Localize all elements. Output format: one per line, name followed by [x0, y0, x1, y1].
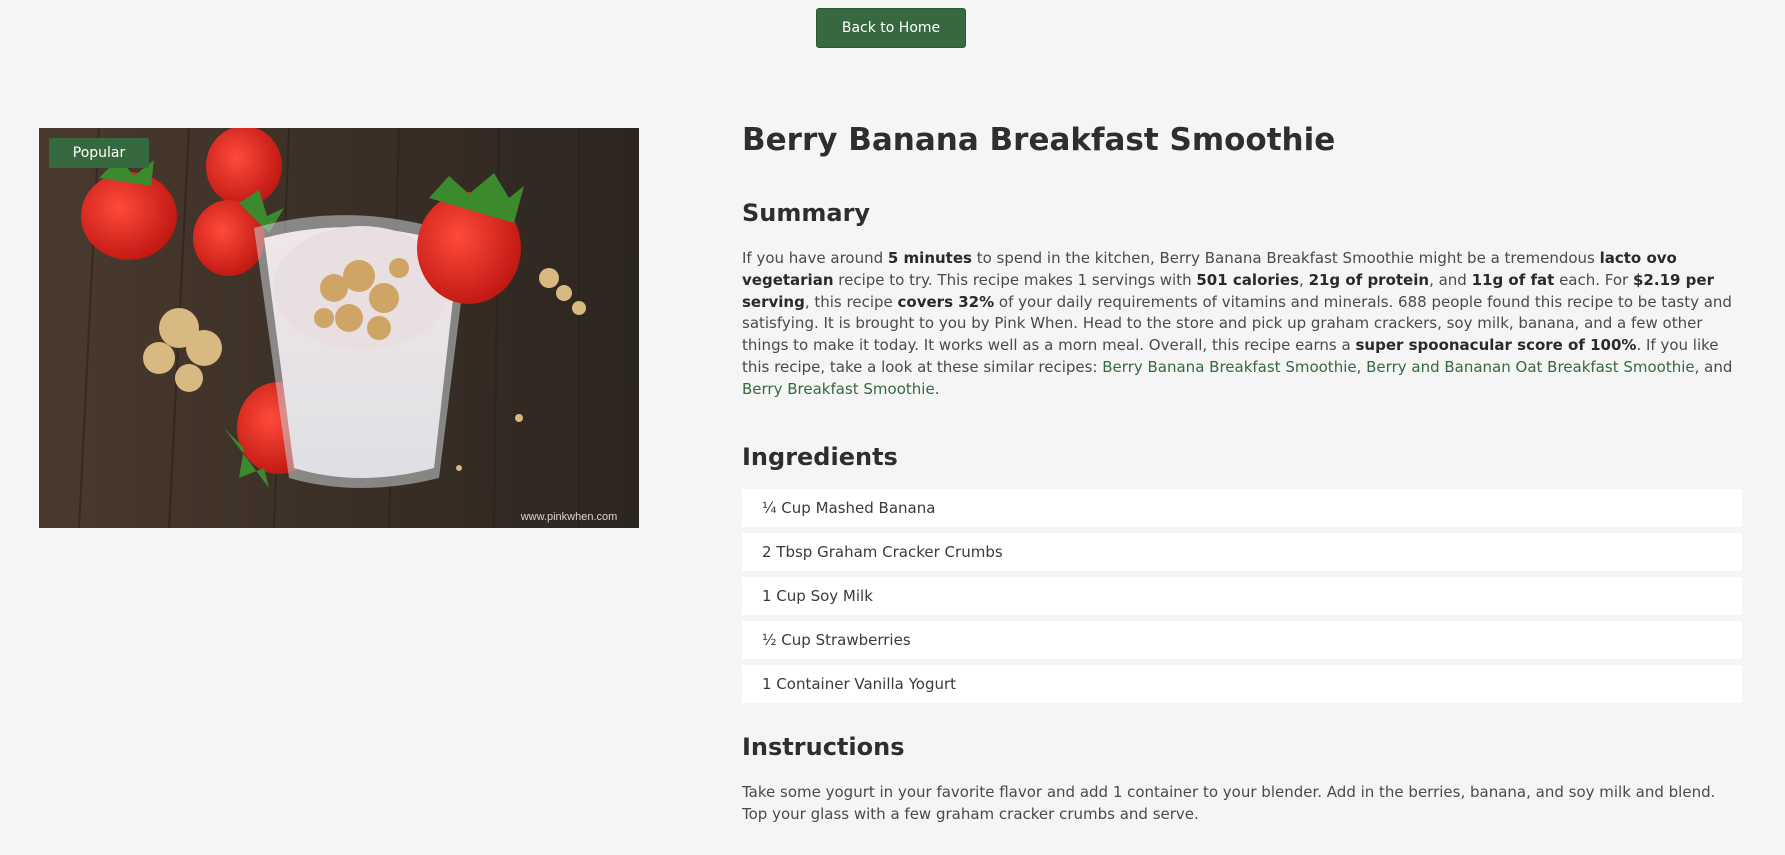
watermark: www.pinkwhen.com	[520, 511, 618, 523]
summary-run: , and	[1429, 270, 1472, 289]
ingredient-item: ½ Cup Strawberries	[742, 621, 1742, 660]
recipe-title: Berry Banana Breakfast Smoothie	[742, 122, 1336, 158]
ingredient-item: 1 Container Vanilla Yogurt	[742, 665, 1742, 704]
summary-run: ,	[1356, 357, 1367, 376]
ingredient-item: 1 Cup Soy Milk	[742, 577, 1742, 616]
summary-bold: 11g of fat	[1471, 270, 1555, 289]
summary-bold: 5 minutes	[887, 248, 972, 267]
ingredient-item: 2 Tbsp Graham Cracker Crumbs	[742, 533, 1742, 572]
summary-text: If you have around 5 minutes to spend in…	[742, 248, 1742, 401]
similar-recipe-link[interactable]: Berry Banana Breakfast Smoothie	[1102, 358, 1356, 376]
summary-bold: 21g of protein	[1308, 270, 1430, 289]
recipe-image: www.pinkwhen.com Popular	[39, 128, 639, 528]
summary-bold: covers 32%	[897, 292, 995, 311]
summary-run: ,	[1299, 270, 1309, 289]
recipe-content: Berry Banana Breakfast Smoothie Summary …	[742, 122, 1742, 825]
back-to-home-button[interactable]: Back to Home	[816, 8, 966, 48]
summary-run: If you have around	[742, 248, 888, 267]
popular-badge: Popular	[49, 138, 149, 168]
summary-run: recipe to try. This recipe makes 1 servi…	[833, 270, 1197, 289]
smoothie-photo: www.pinkwhen.com	[39, 128, 639, 528]
summary-run: , and	[1694, 357, 1733, 376]
instructions-text: Take some yogurt in your favorite flavor…	[742, 783, 1716, 824]
ingredient-item: ¼ Cup Mashed Banana	[742, 489, 1742, 528]
summary-run: .	[934, 379, 940, 398]
similar-recipe-link[interactable]: Berry and Bananan Oat Breakfast Smoothie	[1366, 358, 1694, 376]
summary-run: each. For	[1554, 270, 1633, 289]
summary-run: , this recipe	[804, 292, 898, 311]
summary-bold: 501 calories	[1196, 270, 1300, 289]
summary-heading: Summary	[742, 199, 871, 228]
summary-run: to spend in the kitchen, Berry Banana Br…	[971, 248, 1600, 267]
instructions-heading: Instructions	[742, 733, 905, 762]
summary-bold: super spoonacular score of 100%	[1355, 336, 1637, 355]
ingredients-list: ¼ Cup Mashed Banana 2 Tbsp Graham Cracker…	[742, 489, 1742, 704]
ingredients-heading: Ingredients	[742, 442, 898, 471]
recipe-page: Back to Home www.pinkwhen.com Popular Be…	[0, 0, 1785, 855]
similar-recipe-link[interactable]: Berry Breakfast Smoothie	[742, 380, 935, 398]
